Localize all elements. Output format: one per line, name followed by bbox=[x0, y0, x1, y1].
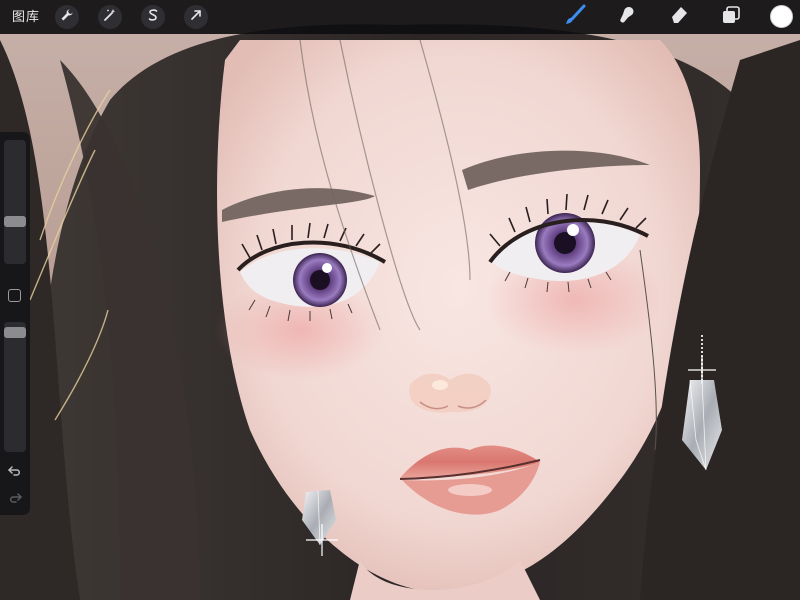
eraser-icon bbox=[668, 5, 690, 30]
left-sidebar bbox=[0, 132, 30, 515]
magic-wand-icon bbox=[103, 8, 117, 27]
procreate-app: 图库 bbox=[0, 0, 800, 600]
eraser-tool-button[interactable] bbox=[665, 4, 693, 30]
color-picker-button[interactable] bbox=[770, 5, 793, 28]
wrench-icon bbox=[60, 8, 74, 27]
brush-tool-button[interactable] bbox=[561, 4, 589, 30]
transform-arrow-icon bbox=[189, 8, 203, 27]
actions-button[interactable] bbox=[55, 5, 79, 29]
opacity-thumb[interactable] bbox=[4, 327, 26, 338]
transform-button[interactable] bbox=[184, 5, 208, 29]
opacity-slider[interactable] bbox=[4, 322, 26, 452]
artwork bbox=[0, 0, 800, 600]
smudge-icon bbox=[615, 4, 637, 31]
redo-button[interactable] bbox=[6, 492, 24, 508]
undo-button[interactable] bbox=[6, 465, 24, 481]
drawing-canvas[interactable] bbox=[0, 0, 800, 600]
layers-button[interactable] bbox=[717, 4, 745, 30]
selection-s-icon bbox=[146, 8, 160, 27]
brush-size-slider[interactable] bbox=[4, 140, 26, 264]
selection-button[interactable] bbox=[141, 5, 165, 29]
redo-icon bbox=[8, 491, 23, 509]
undo-icon bbox=[7, 464, 22, 482]
top-toolbar: 图库 bbox=[0, 0, 800, 34]
smudge-tool-button[interactable] bbox=[612, 4, 640, 30]
layers-icon bbox=[721, 5, 741, 30]
brush-icon bbox=[563, 4, 587, 31]
adjustments-button[interactable] bbox=[98, 5, 122, 29]
modify-button[interactable] bbox=[8, 289, 21, 302]
brush-size-thumb[interactable] bbox=[4, 216, 26, 227]
gallery-button[interactable]: 图库 bbox=[12, 8, 40, 26]
